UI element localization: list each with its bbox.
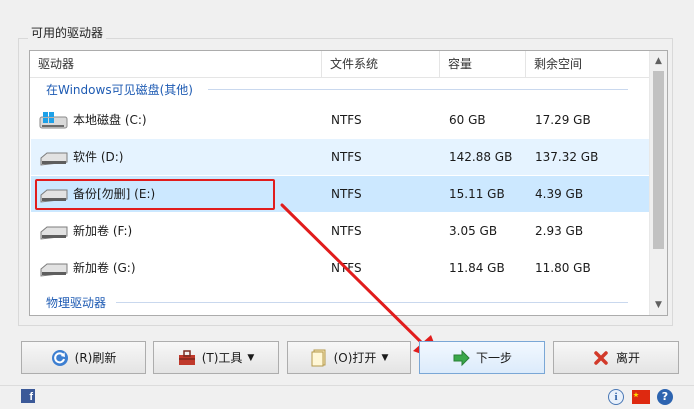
drive-name: 本地磁盘 (C:) [73,113,147,127]
drive-filesystem: NTFS [331,113,362,127]
help-icon[interactable]: ? [657,389,673,405]
china-flag-icon[interactable] [632,390,650,404]
facebook-icon[interactable]: f [21,389,35,403]
drive-free-space: 2.93 GB [535,224,584,238]
refresh-button-label: (R)刷新 [74,351,117,365]
drive-selection-window: 可用的驱动器 驱动器 文件系统 容量 剩余空间 在Windows可见磁盘(其他)… [0,0,694,409]
drive-name: 新加卷 (F:) [73,224,133,238]
drive-capacity: 11.84 GB [449,261,505,275]
drive-row-f[interactable]: 新加卷 (F:) NTFS 3.05 GB 2.93 GB [31,213,649,249]
scrollbar-thumb[interactable] [653,71,664,249]
drive-free-space: 137.32 GB [535,150,599,164]
refresh-icon [51,349,68,366]
scroll-down-icon[interactable]: ▼ [650,297,667,314]
chevron-down-icon: ▼ [381,352,389,363]
drive-free-space: 11.80 GB [535,261,591,275]
column-header-drive[interactable]: 驱动器 [30,51,322,78]
column-header-free-space[interactable]: 剩余空间 [526,51,650,78]
list-header: 驱动器 文件系统 容量 剩余空间 [30,51,650,78]
refresh-button[interactable]: (R)刷新 [21,341,146,374]
next-button-label: 下一步 [475,351,512,365]
group-header-physical[interactable]: 物理驱动器 [46,294,106,311]
star-icon [633,392,639,398]
drive-row-g[interactable]: 新加卷 (G:) NTFS 11.84 GB 11.80 GB [31,250,649,286]
open-button[interactable]: (O)打开 ▼ [287,341,411,374]
hard-drive-icon [40,263,68,277]
drive-free-space: 17.29 GB [535,113,591,127]
windows-drive-icon [39,112,68,129]
drive-capacity: 3.05 GB [449,224,498,238]
vertical-scrollbar[interactable]: ▲ ▼ [649,51,667,315]
next-button[interactable]: 下一步 [419,341,545,374]
arrow-right-icon [453,349,470,366]
drive-row-d[interactable]: 软件 (D:) NTFS 142.88 GB 137.32 GB [31,139,649,175]
tools-button[interactable]: (T)工具 ▼ [153,341,279,374]
chevron-down-icon: ▼ [247,352,255,363]
groupbox-title: 可用的驱动器 [28,24,107,41]
document-icon [311,349,326,366]
column-header-capacity[interactable]: 容量 [440,51,526,78]
exit-button[interactable]: 离开 [553,341,679,374]
group-header-windows[interactable]: 在Windows可见磁盘(其他) [46,81,193,98]
column-header-filesystem[interactable]: 文件系统 [322,51,440,78]
group-divider [116,302,628,303]
drive-filesystem: NTFS [331,187,362,201]
info-icon[interactable]: i [608,389,624,405]
drive-filesystem: NTFS [331,261,362,275]
tools-button-label: (T)工具 [201,351,243,365]
drive-name: 软件 (D:) [73,150,124,164]
group-divider [208,89,628,90]
drive-filesystem: NTFS [331,150,362,164]
drive-row-c[interactable]: 本地磁盘 (C:) NTFS 60 GB 17.29 GB [31,102,649,138]
drive-capacity: 15.11 GB [449,187,505,201]
hard-drive-icon [40,152,68,166]
status-bar [0,385,694,409]
drive-name: 新加卷 (G:) [73,261,136,275]
hard-drive-icon [40,226,68,240]
drive-capacity: 142.88 GB [449,150,513,164]
close-icon [594,350,608,365]
drive-filesystem: NTFS [331,224,362,238]
drive-capacity: 60 GB [449,113,486,127]
scroll-up-icon[interactable]: ▲ [650,53,667,70]
highlight-annotation-box [35,179,275,210]
toolbox-icon [178,349,195,365]
open-button-label: (O)打开 [333,351,377,365]
drive-free-space: 4.39 GB [535,187,584,201]
exit-button-label: 离开 [615,351,640,365]
